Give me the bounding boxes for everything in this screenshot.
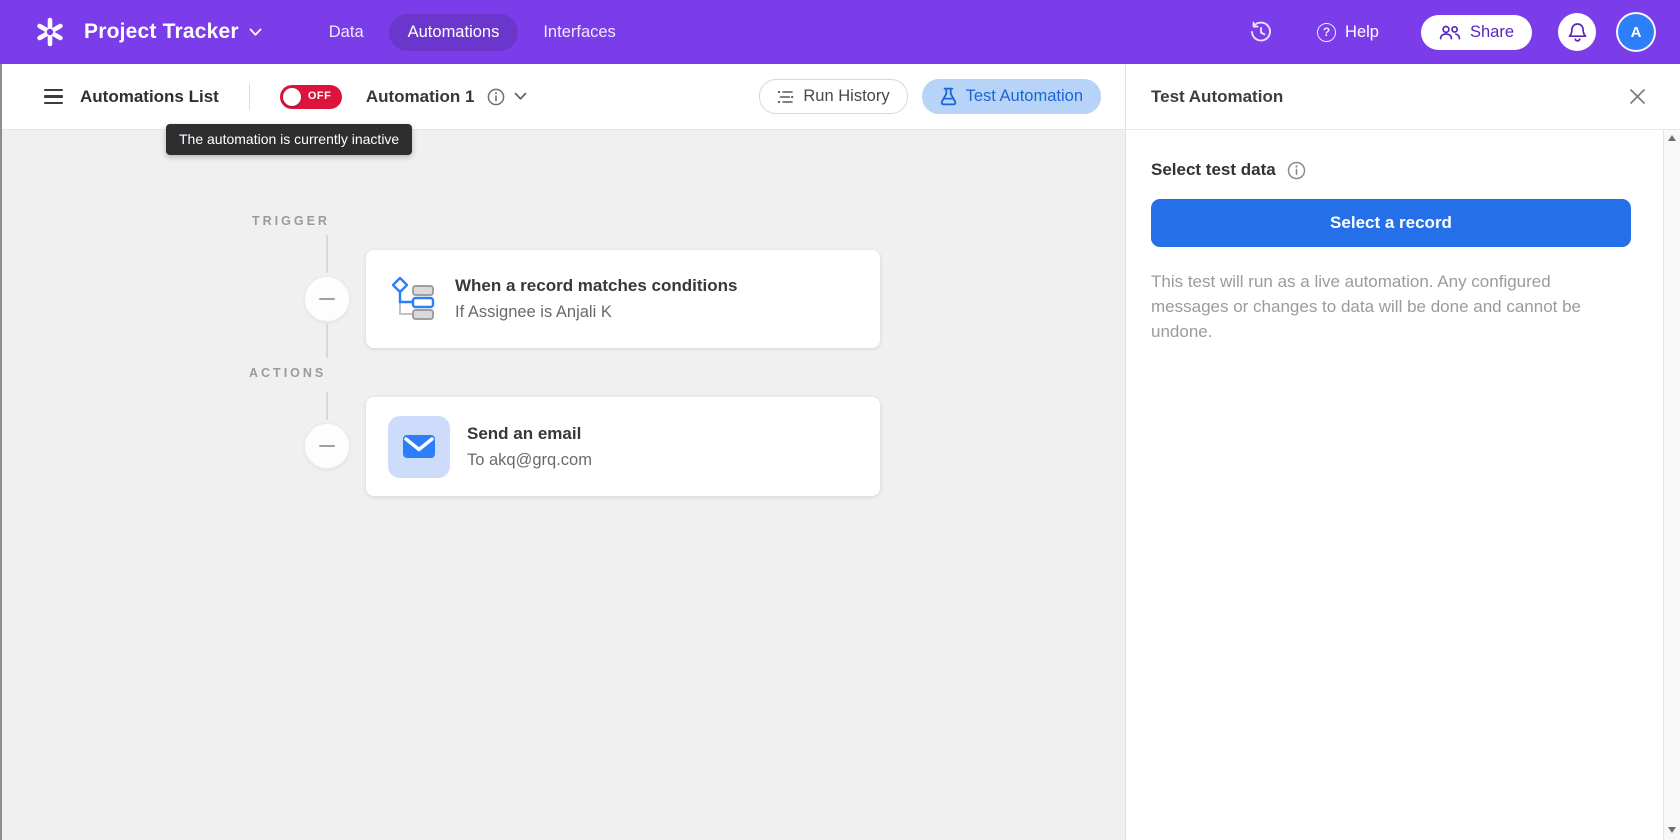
email-action-tile (388, 416, 450, 478)
people-icon (1439, 25, 1461, 40)
trigger-card-title: When a record matches conditions (455, 276, 737, 296)
nav-tab-automations[interactable]: Automations (389, 14, 519, 51)
app-logo-icon[interactable] (34, 16, 66, 48)
close-icon[interactable] (1629, 88, 1646, 105)
collapse-action-button[interactable] (304, 423, 350, 469)
action-node-card[interactable]: Send an email To akq@grq.com (366, 397, 880, 496)
connector-line (326, 392, 328, 420)
user-avatar[interactable]: A (1618, 14, 1654, 50)
panel-title: Test Automation (1151, 87, 1283, 107)
nav-tab-data[interactable]: Data (310, 14, 383, 51)
bell-icon (1568, 22, 1587, 43)
menu-icon[interactable] (44, 89, 63, 104)
notifications-button[interactable] (1558, 13, 1596, 51)
share-button[interactable]: Share (1421, 15, 1532, 50)
connector-line (326, 235, 328, 273)
select-a-record-button[interactable]: Select a record (1151, 199, 1631, 247)
panel-content: Select test data Select a record This te… (1126, 130, 1663, 840)
test-automation-label: Test Automation (966, 87, 1083, 106)
automation-toolbar: Automations List OFF Automation 1 (2, 64, 1125, 130)
scroll-down-icon[interactable] (1668, 827, 1676, 833)
automation-canvas: TRIGGER ACTIONS When a record matches co… (2, 130, 1125, 840)
collapse-trigger-button[interactable] (304, 276, 350, 322)
panel-body: Select test data Select a record This te… (1126, 130, 1680, 840)
trigger-section-label: TRIGGER (252, 214, 330, 228)
trigger-node-card[interactable]: When a record matches conditions If Assi… (366, 250, 880, 348)
help-button[interactable]: ? Help (1317, 23, 1379, 42)
app-title: Project Tracker (84, 20, 239, 44)
envelope-icon (402, 434, 436, 459)
history-icon[interactable] (1249, 20, 1273, 44)
actions-section-label: ACTIONS (249, 366, 326, 380)
automation-name[interactable]: Automation 1 (366, 87, 475, 107)
question-mark-icon: ? (1317, 23, 1336, 42)
trigger-card-subtitle: If Assignee is Anjali K (455, 303, 737, 322)
run-history-icon (777, 90, 794, 104)
minus-icon (319, 445, 335, 447)
scroll-up-icon[interactable] (1668, 135, 1676, 141)
share-label: Share (1470, 23, 1514, 42)
toggle-tooltip: The automation is currently inactive (166, 124, 412, 155)
connector-line (326, 324, 328, 358)
automation-menu-chevron-down-icon[interactable] (514, 92, 527, 101)
test-automation-panel: Test Automation Select test data Select … (1125, 64, 1680, 840)
nav-tab-interfaces[interactable]: Interfaces (524, 14, 634, 51)
run-history-label: Run History (803, 87, 889, 106)
toggle-state-label: OFF (308, 90, 332, 102)
action-card-subtitle: To akq@grq.com (467, 451, 592, 470)
toolbar-divider (249, 84, 250, 110)
main-area: Automations List OFF Automation 1 (0, 64, 1680, 840)
panel-header: Test Automation (1126, 64, 1680, 130)
info-icon[interactable] (1287, 161, 1306, 180)
panel-scrollbar[interactable] (1663, 130, 1680, 840)
test-disclaimer-text: This test will run as a live automation.… (1151, 269, 1631, 344)
help-label: Help (1345, 23, 1379, 42)
automation-info-icon[interactable] (487, 88, 505, 106)
test-automation-button[interactable]: Test Automation (922, 79, 1101, 114)
avatar-initial: A (1631, 24, 1642, 41)
matches-conditions-icon (388, 274, 438, 324)
minus-icon (319, 298, 335, 300)
app-title-chevron-down-icon[interactable] (249, 28, 262, 37)
action-card-title: Send an email (467, 424, 592, 444)
top-navigation: Data Automations Interfaces (310, 14, 635, 51)
toggle-knob (283, 88, 301, 106)
flask-icon (940, 87, 957, 106)
run-history-button[interactable]: Run History (759, 79, 907, 114)
automations-list-link[interactable]: Automations List (80, 87, 219, 107)
top-app-bar: Project Tracker Data Automations Interfa… (0, 0, 1680, 64)
select-test-data-label: Select test data (1151, 160, 1276, 180)
automation-editor-column: Automations List OFF Automation 1 (0, 64, 1125, 840)
automation-enabled-toggle[interactable]: OFF (280, 85, 342, 109)
